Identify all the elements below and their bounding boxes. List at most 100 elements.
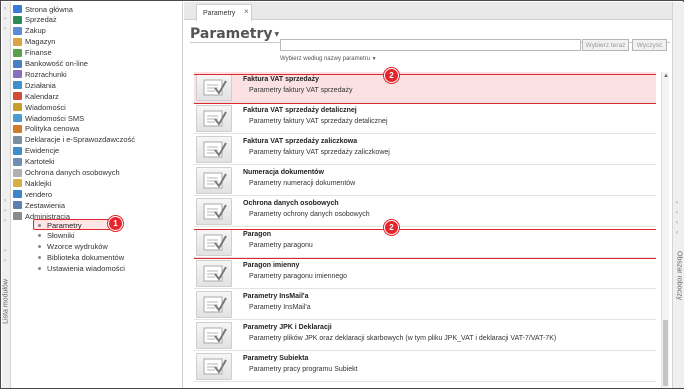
module-list-strip[interactable]: › › › › › › › › Lista modułów	[2, 2, 11, 388]
nav-item[interactable]: Ochrona danych osobowych	[13, 168, 120, 178]
list-item-description: Parametry plików JPK oraz deklaracji ska…	[249, 335, 557, 342]
bullet-icon	[38, 245, 41, 249]
module-icon	[13, 179, 22, 188]
nav-item-label: Naklejki	[25, 178, 52, 188]
nav-subitem-active[interactable]: Parametry	[38, 220, 82, 230]
chevron-right-icon[interactable]: ›	[4, 248, 6, 254]
nav-subitem[interactable]: Słowniki	[38, 231, 75, 241]
chevron-left-icon[interactable]: ‹	[676, 210, 678, 216]
list-item[interactable]: Parametry InsMail'a Parametry InsMail'a	[194, 289, 656, 320]
tab-parametry[interactable]: Parametry ×	[196, 4, 252, 21]
document-checklist-icon	[196, 353, 232, 380]
nav-item[interactable]: Bankowość on-line	[13, 59, 88, 69]
chevron-left-icon[interactable]: ‹	[676, 230, 678, 236]
list-item[interactable]: Numeracja dokumentów Parametry numeracji …	[194, 165, 656, 196]
list-scrollbar[interactable]: ▲	[661, 72, 669, 388]
nav-subitem[interactable]: Biblioteka dokumentów	[38, 253, 124, 263]
select-now-button[interactable]: Wybierz teraz	[582, 39, 629, 51]
nav-item-label: Kartoteki	[25, 157, 55, 167]
nav-item-label: Finanse	[25, 48, 52, 58]
tab-bar: Parametry ×	[184, 2, 672, 21]
nav-subitem-label: Biblioteka dokumentów	[47, 253, 125, 263]
list-item-title: Paragon imienny	[243, 262, 300, 269]
chevron-right-icon[interactable]: ›	[4, 198, 6, 204]
nav-item-label: Strona główna	[25, 4, 73, 14]
nav-subitem[interactable]: Wzorce wydruków	[38, 242, 108, 252]
nav-item[interactable]: Deklaracje i e-Sprawozdawczość	[13, 135, 135, 145]
list-item-description: Parametry numeracji dokumentów	[249, 180, 356, 187]
list-item[interactable]: Faktura VAT sprzedaży zaliczkowa Parametr…	[194, 134, 656, 165]
list-item-description: Parametry faktury VAT sprzedaży detalicz…	[249, 118, 388, 125]
nav-item[interactable]: Działania	[13, 80, 56, 90]
nav-item[interactable]: Magazyn	[13, 37, 55, 47]
chevron-left-icon[interactable]: ‹	[676, 200, 678, 206]
nav-item-label: Deklaracje i e-Sprawozdawczość	[25, 135, 136, 145]
list-item[interactable]: Faktura VAT sprzedaży detalicznej Paramet…	[194, 103, 656, 134]
filter-by-name-link[interactable]: Wybierz według nazwy parametru ▼	[280, 56, 377, 62]
list-item-title: Parametry JPK i Deklaracji	[243, 324, 332, 331]
list-item[interactable]: Paragon imienny Parametry paragonu imienn…	[194, 258, 656, 289]
nav-item[interactable]: Polityka cenowa	[13, 124, 79, 134]
scroll-up-icon[interactable]: ▲	[663, 73, 669, 79]
chevron-left-icon[interactable]: ‹	[676, 220, 678, 226]
main-panel: Parametry × Parametry ▼ Wybierz teraz Wyc…	[184, 2, 672, 388]
list-item-title: Ochrona danych osobowych	[243, 200, 339, 207]
annotation-badge: 2	[384, 68, 399, 83]
nav-subitem-label: Parametry	[47, 220, 82, 230]
nav-item-label: Sprzedaż	[25, 15, 57, 25]
nav-item-label: Magazyn	[25, 37, 56, 47]
clear-button[interactable]: Wyczyść	[632, 39, 667, 51]
list-item[interactable]: Parametry JPK i Deklaracji Parametry plik…	[194, 320, 656, 351]
nav-item[interactable]: Ewidencje	[13, 146, 59, 156]
chevron-right-icon[interactable]: ›	[4, 208, 6, 214]
module-icon	[13, 59, 22, 68]
nav-item-label: Rozrachunki	[25, 69, 67, 79]
bullet-icon	[38, 234, 41, 238]
nav-item-label: Działania	[25, 80, 56, 90]
highlight-frame	[194, 74, 656, 104]
chevron-right-icon[interactable]: ›	[4, 258, 6, 264]
nav-subitem-label: Ustawienia wiadomości	[47, 264, 125, 274]
nav-item-label: Kalendarz	[25, 91, 59, 101]
nav-item[interactable]: Finanse	[13, 48, 52, 58]
page-title[interactable]: Parametry ▼	[190, 26, 279, 42]
close-icon[interactable]: ×	[244, 7, 249, 16]
module-icon	[13, 70, 22, 79]
list-item[interactable]: Ochrona danych osobowych Parametry ochron…	[194, 196, 656, 227]
nav-item[interactable]: Zakup	[13, 26, 46, 36]
nav-item-label: Zestawienia	[25, 200, 66, 210]
highlight-frame	[194, 229, 656, 259]
scrollbar-thumb[interactable]	[663, 320, 668, 386]
search-input[interactable]	[280, 39, 581, 51]
list-item-description: Parametry paragonu imiennego	[249, 273, 348, 280]
nav-item[interactable]: Kalendarz	[13, 91, 59, 101]
workspace-strip[interactable]: ‹ ‹ ‹ ‹ Obszar roboczy	[672, 2, 684, 388]
nav-item[interactable]: vendero	[13, 189, 52, 199]
nav-item[interactable]: Strona główna	[13, 4, 73, 14]
nav-item[interactable]: Rozrachunki	[13, 69, 67, 79]
chevron-right-icon[interactable]: ›	[4, 26, 6, 32]
nav-item[interactable]: Kartoteki	[13, 157, 55, 167]
nav-item-label: Wiadomości SMS	[25, 113, 85, 123]
chevron-right-icon[interactable]: ›	[4, 218, 6, 224]
list-item[interactable]: Parametry Subiekta Parametry pracy progra…	[194, 351, 656, 382]
nav-item[interactable]: Wiadomości SMS	[13, 113, 84, 123]
chevron-right-icon[interactable]: ›	[4, 16, 6, 22]
nav-item[interactable]: Sprzedaż	[13, 15, 57, 25]
document-checklist-icon	[196, 260, 232, 287]
module-icon	[13, 146, 22, 155]
list-item-title: Parametry InsMail'a	[243, 293, 309, 300]
document-checklist-icon	[196, 322, 232, 349]
nav-item[interactable]: Zestawienia	[13, 200, 65, 210]
nav-item[interactable]: Naklejki	[13, 178, 51, 188]
document-checklist-icon	[196, 105, 232, 132]
bullet-icon	[38, 223, 41, 227]
nav-item[interactable]: Wiadomości	[13, 102, 66, 112]
chevron-right-icon[interactable]: ›	[4, 6, 6, 12]
module-icon	[13, 135, 22, 144]
module-icon	[13, 168, 22, 177]
filter-link-text: Wybierz według nazwy parametru	[280, 56, 370, 62]
nav-subitem[interactable]: Ustawienia wiadomości	[38, 264, 125, 274]
nav-item-label: Zakup	[25, 26, 46, 36]
module-icon	[13, 103, 22, 112]
